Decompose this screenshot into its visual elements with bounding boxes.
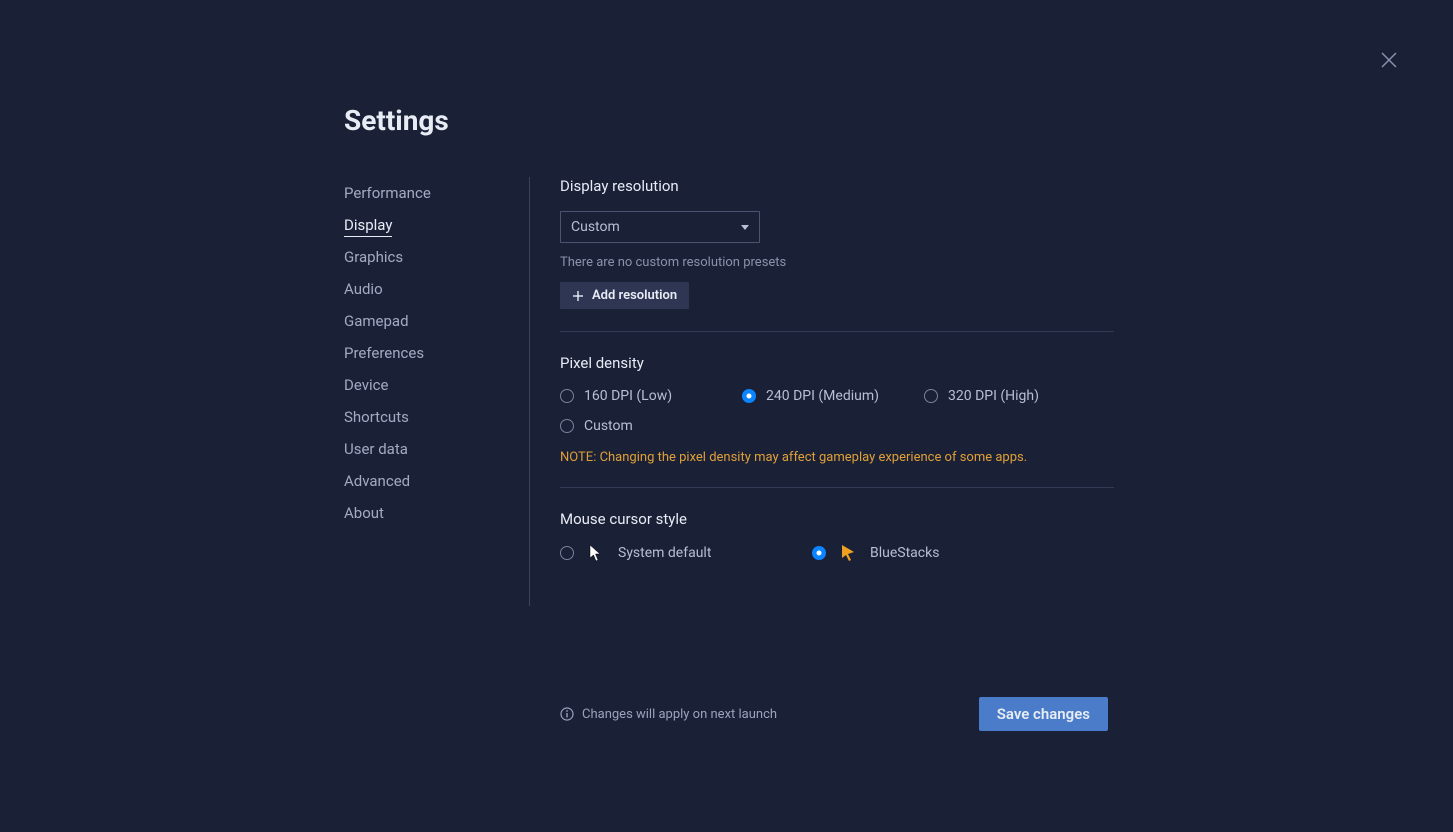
radio-label: Custom (584, 418, 633, 434)
save-changes-button[interactable]: Save changes (979, 697, 1108, 731)
pixel-density-label: Pixel density (560, 354, 1114, 372)
radio-icon (560, 389, 574, 403)
display-resolution-label: Display resolution (560, 177, 1114, 195)
sidebar-item-advanced[interactable]: Advanced (344, 465, 509, 497)
resolution-select[interactable]: Custom (560, 211, 760, 243)
info-icon (560, 707, 574, 721)
page-title: Settings (344, 104, 1114, 137)
radio-icon (560, 419, 574, 433)
add-resolution-label: Add resolution (592, 288, 677, 303)
cursor-radio-system-default[interactable]: System default (560, 544, 812, 562)
add-resolution-button[interactable]: Add resolution (560, 282, 689, 309)
dpi-radio-320[interactable]: 320 DPI (High) (924, 388, 1106, 404)
radio-label: 240 DPI (Medium) (766, 388, 879, 404)
dpi-radio-custom[interactable]: Custom (560, 418, 742, 434)
sidebar-item-shortcuts[interactable]: Shortcuts (344, 401, 509, 433)
radio-icon (812, 546, 826, 560)
cursor-radio-bluestacks[interactable]: BlueStacks (812, 544, 1064, 562)
sidebar-item-user-data[interactable]: User data (344, 433, 509, 465)
radio-icon (742, 389, 756, 403)
radio-label: 160 DPI (Low) (584, 388, 672, 404)
sidebar-item-about[interactable]: About (344, 497, 509, 529)
sidebar-item-label: Advanced (344, 472, 410, 490)
sidebar-item-graphics[interactable]: Graphics (344, 241, 509, 273)
sidebar-item-label: Preferences (344, 344, 424, 362)
radio-icon (924, 389, 938, 403)
close-button[interactable] (1377, 48, 1401, 72)
footer-note-text: Changes will apply on next launch (582, 707, 777, 722)
sidebar-item-label: Device (344, 376, 388, 394)
main-panel: Display resolution Custom There are no c… (530, 177, 1114, 606)
sidebar-item-label: User data (344, 440, 408, 458)
save-button-label: Save changes (997, 705, 1090, 723)
radio-label: BlueStacks (870, 545, 939, 561)
display-resolution-section: Display resolution Custom There are no c… (560, 177, 1114, 332)
sidebar-item-label: Audio (344, 280, 383, 298)
sidebar-item-preferences[interactable]: Preferences (344, 337, 509, 369)
sidebar-item-performance[interactable]: Performance (344, 177, 509, 209)
plus-icon (572, 290, 584, 302)
settings-sidebar: Performance Display Graphics Audio Gamep… (344, 177, 530, 606)
sidebar-item-label: Shortcuts (344, 408, 409, 426)
sidebar-item-display[interactable]: Display (344, 209, 509, 241)
sidebar-item-label: Performance (344, 184, 431, 202)
sidebar-item-label: Gamepad (344, 312, 409, 330)
mouse-cursor-label: Mouse cursor style (560, 510, 1114, 528)
dpi-radio-240[interactable]: 240 DPI (Medium) (742, 388, 924, 404)
close-icon (1377, 48, 1401, 72)
footer-bar: Changes will apply on next launch Save c… (560, 697, 1108, 731)
pixel-density-note: NOTE: Changing the pixel density may aff… (560, 450, 1114, 465)
radio-icon (560, 546, 574, 560)
resolution-select-value: Custom (571, 219, 620, 235)
sidebar-item-label: Graphics (344, 248, 403, 266)
pixel-density-section: Pixel density 160 DPI (Low) 240 DPI (Med… (560, 354, 1114, 488)
caret-down-icon (741, 225, 749, 230)
mouse-cursor-section: Mouse cursor style System default (560, 510, 1114, 584)
sidebar-item-audio[interactable]: Audio (344, 273, 509, 305)
footer-note: Changes will apply on next launch (560, 707, 777, 722)
radio-label: 320 DPI (High) (948, 388, 1039, 404)
cursor-bluestacks-icon (840, 544, 856, 562)
sidebar-item-gamepad[interactable]: Gamepad (344, 305, 509, 337)
sidebar-item-device[interactable]: Device (344, 369, 509, 401)
dpi-radio-160[interactable]: 160 DPI (Low) (560, 388, 742, 404)
sidebar-item-label: About (344, 504, 384, 522)
radio-label: System default (618, 545, 711, 561)
resolution-hint: There are no custom resolution presets (560, 255, 1114, 270)
sidebar-item-label: Display (344, 216, 392, 237)
cursor-system-icon (588, 544, 604, 562)
